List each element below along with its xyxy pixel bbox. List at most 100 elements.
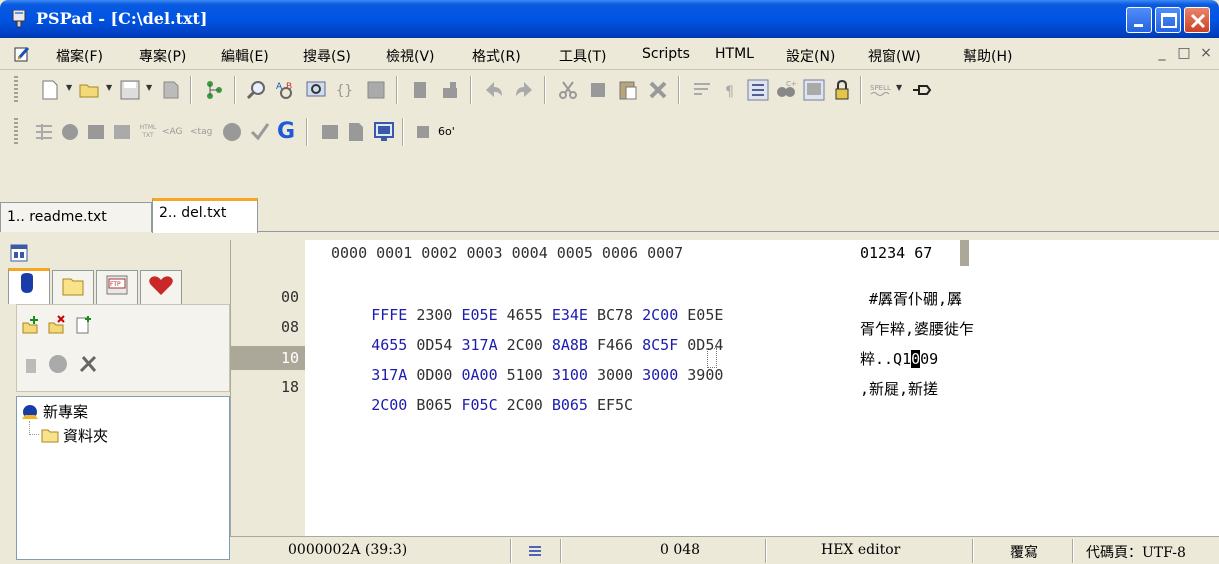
settings-tools-icon[interactable] [77, 353, 99, 375]
tree-root-label[interactable]: 新專案 [43, 401, 88, 422]
new-file-icon[interactable] [38, 78, 62, 102]
brackets-icon[interactable]: {} [334, 78, 358, 102]
menu-edit[interactable]: 編輯(E) [221, 46, 269, 66]
glasses-icon[interactable]: 6o' [438, 120, 462, 144]
lowercase-tag-icon[interactable]: <tag [190, 120, 214, 144]
status-overwrite[interactable]: 覆寫 [1010, 542, 1038, 562]
mdi-restore-button[interactable]: □ [1176, 45, 1192, 61]
circle-icon[interactable] [58, 120, 82, 144]
save-icon[interactable] [118, 78, 142, 102]
file-properties-icon[interactable] [21, 355, 41, 375]
mdi-minimize-button[interactable]: _ [1154, 45, 1170, 61]
find-in-files-icon[interactable] [304, 78, 328, 102]
tab-folder[interactable] [52, 270, 94, 306]
close-button[interactable] [1184, 7, 1210, 33]
mdi-close-button[interactable]: × [1198, 45, 1214, 61]
monitor-icon[interactable] [372, 120, 396, 144]
preview-icon[interactable] [318, 120, 342, 144]
menu-format[interactable]: 格式(R) [472, 46, 521, 66]
tab-ftp[interactable]: FTP [96, 270, 138, 306]
uppercase-tag-icon[interactable]: <AG [162, 120, 186, 144]
maximize-button[interactable] [1155, 7, 1181, 33]
line-ending-icon[interactable] [528, 545, 542, 557]
undo-icon[interactable] [482, 78, 506, 102]
tab-favorites[interactable] [140, 270, 182, 306]
google-icon[interactable]: G [274, 120, 298, 144]
text-row[interactable]: ,新屣,新搓 [860, 378, 938, 399]
status-separator [560, 539, 562, 563]
menu-search[interactable]: 搜尋(S) [303, 46, 351, 66]
html-to-txt-icon[interactable]: HTML TXT [136, 120, 160, 144]
add-project-icon[interactable] [21, 315, 41, 335]
paragraph-icon[interactable]: ¶ [718, 78, 742, 102]
menu-html[interactable]: HTML [715, 46, 754, 62]
tree-folder-label[interactable]: 資料夾 [63, 425, 108, 446]
hex-view-icon[interactable]: C++ [774, 78, 798, 102]
search-icon[interactable] [244, 78, 268, 102]
hex-editor[interactable]: 0000 0001 0002 0003 0004 0005 0006 0007 … [230, 240, 1219, 536]
word-wrap-icon[interactable] [690, 78, 714, 102]
calendar-icon[interactable] [412, 120, 436, 144]
image-icon[interactable] [84, 120, 108, 144]
cut-icon[interactable] [556, 78, 580, 102]
title-bar[interactable]: PSPad - [C:\del.txt] [0, 0, 1219, 38]
menu-settings[interactable]: 設定(N) [786, 46, 835, 66]
hex-word[interactable]: EF5C [597, 396, 633, 414]
table-icon[interactable] [32, 120, 56, 144]
tab-readme[interactable]: 1.. readme.txt [0, 202, 152, 232]
paste-icon[interactable] [616, 78, 640, 102]
toolbar-grip[interactable] [14, 118, 18, 146]
text-row[interactable]: #羼胥仆硼,羼 [860, 288, 962, 309]
replace-icon[interactable]: AB [274, 78, 298, 102]
hex-word[interactable]: 2C00 [507, 396, 543, 414]
bookmark-icon[interactable] [364, 78, 388, 102]
delete-icon[interactable] [646, 78, 670, 102]
add-file-icon[interactable] [73, 315, 93, 335]
hex-word[interactable]: F05C [462, 396, 498, 414]
tab-project[interactable] [8, 268, 50, 304]
menu-file[interactable]: 檔案(F) [56, 46, 103, 66]
print-preview-icon[interactable] [438, 78, 462, 102]
remove-project-icon[interactable] [47, 315, 67, 335]
tab-del[interactable]: 2.. del.txt [152, 198, 258, 233]
record-icon[interactable] [47, 353, 69, 375]
status-codepage[interactable]: 代碼頁：UTF-8 [1086, 542, 1186, 562]
menu-window[interactable]: 視窗(W) [868, 46, 921, 66]
print-icon[interactable] [408, 78, 432, 102]
validate-icon[interactable] [248, 120, 272, 144]
text-row[interactable]: 胥乍粹,婆腰徙乍 [860, 318, 974, 339]
fullscreen-icon[interactable] [802, 78, 826, 102]
line-numbers-icon[interactable] [746, 78, 770, 102]
menu-project[interactable]: 專案(P) [139, 46, 186, 66]
hex-word[interactable]: 2C00 [371, 396, 407, 414]
hex-word[interactable]: B065 [552, 396, 588, 414]
copy-icon[interactable] [586, 78, 610, 102]
hex-row[interactable]: 2C00 B065 F05C 2C00 B065 EF5C [317, 378, 633, 432]
hex-word[interactable]: 3000 [642, 366, 678, 384]
text-row-selected[interactable]: 粹..Q1009 [860, 348, 938, 369]
open-folder-icon[interactable] [78, 78, 102, 102]
menu-scripts[interactable]: Scripts [642, 46, 690, 62]
lock-icon[interactable] [830, 78, 854, 102]
hex-word[interactable]: B065 [416, 396, 452, 414]
toolbar-grip[interactable] [14, 76, 18, 104]
spell-check-icon[interactable]: SPELL [870, 78, 894, 102]
tree-icon[interactable] [202, 78, 226, 102]
globe-icon[interactable] [220, 120, 244, 144]
pin-icon[interactable] [910, 78, 934, 102]
project-panel: FTP 新專案 資料夾 [8, 240, 230, 560]
menu-view[interactable]: 檢視(V) [386, 46, 435, 66]
project-window-icon[interactable] [10, 244, 28, 262]
redo-icon[interactable] [512, 78, 536, 102]
chevron-down-icon[interactable]: ▼ [146, 84, 154, 92]
menu-help[interactable]: 幫助(H) [963, 46, 1012, 66]
chevron-down-icon[interactable]: ▼ [896, 84, 904, 92]
menu-tools[interactable]: 工具(T) [559, 46, 606, 66]
chevron-down-icon[interactable]: ▼ [66, 84, 74, 92]
save-all-icon[interactable] [158, 78, 182, 102]
chevron-down-icon[interactable]: ▼ [106, 84, 114, 92]
hex-word[interactable]: 3900 [687, 366, 723, 384]
anchor-icon[interactable] [110, 120, 134, 144]
browser-icon[interactable] [344, 120, 368, 144]
minimize-button[interactable] [1126, 7, 1152, 33]
